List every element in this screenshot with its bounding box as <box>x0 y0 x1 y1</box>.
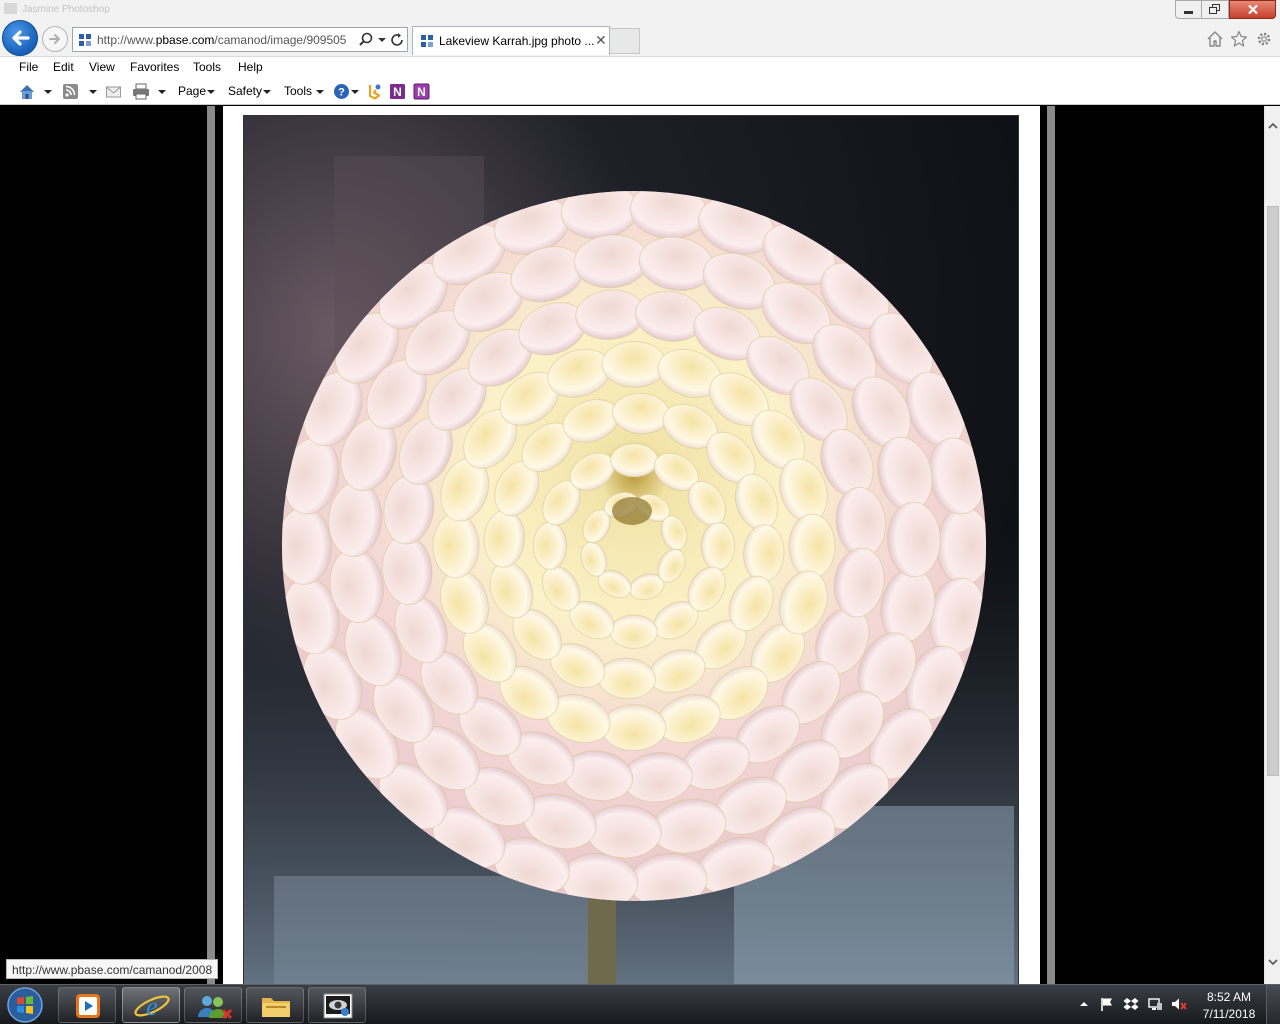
clock-date[interactable]: 7/11/2018 <box>1198 1007 1260 1021</box>
gear-icon[interactable] <box>1255 30 1273 48</box>
taskbar-photo-viewer[interactable] <box>308 987 366 1023</box>
close-icon <box>1247 4 1258 15</box>
tools-menu[interactable]: Tools <box>284 84 312 98</box>
restore-button[interactable] <box>1202 0 1229 19</box>
bing-translator-icon[interactable] <box>366 83 383 100</box>
petal <box>601 340 667 388</box>
taskbar-file-explorer[interactable] <box>246 987 304 1023</box>
back-arrow-icon <box>12 30 30 46</box>
tab-favicon-icon <box>421 35 433 47</box>
command-bar: Page Safety Tools ? N N <box>0 78 1280 105</box>
status-url-tooltip: http://www.pbase.com/camanod/2008 <box>6 959 219 979</box>
app-ghost-icon <box>4 3 17 14</box>
minimize-icon <box>1184 11 1193 14</box>
media-player-icon <box>76 994 100 1018</box>
print-icon[interactable] <box>132 83 150 100</box>
page-menu[interactable]: Page <box>178 84 206 98</box>
petal <box>936 507 986 585</box>
onenote-linked-icon[interactable]: N <box>413 83 431 100</box>
forward-button[interactable] <box>42 26 68 52</box>
volume-muted-icon[interactable] <box>1171 996 1187 1012</box>
browser-window: Jasmine Photoshop http://www.pbase.com/c… <box>0 0 1280 1024</box>
petal <box>788 513 836 579</box>
forward-arrow-icon <box>49 34 60 44</box>
taskbar-media-player[interactable] <box>58 987 116 1023</box>
onenote-icon[interactable]: N <box>389 83 407 100</box>
help-dropdown-icon[interactable] <box>351 90 359 94</box>
refresh-icon[interactable] <box>389 31 406 49</box>
petal <box>432 513 480 579</box>
address-bar[interactable]: http://www.pbase.com/camanod/image/90950… <box>72 27 408 52</box>
menu-tools[interactable]: Tools <box>193 60 221 74</box>
taskbar-internet-explorer[interactable]: e <box>122 987 180 1023</box>
page-content <box>0 106 1264 984</box>
tools-dropdown-icon[interactable] <box>316 90 324 94</box>
menu-view[interactable]: View <box>89 60 115 74</box>
address-url[interactable]: http://www.pbase.com/camanod/image/90950… <box>97 33 357 47</box>
safety-dropdown-icon[interactable] <box>263 90 271 94</box>
read-mail-icon[interactable] <box>105 83 122 100</box>
petal <box>700 522 736 571</box>
petal <box>610 443 659 478</box>
start-button[interactable] <box>4 986 46 1024</box>
favorites-star-icon[interactable] <box>1230 30 1248 48</box>
internet-explorer-icon: e <box>134 992 170 1021</box>
back-button[interactable] <box>2 20 38 56</box>
home-dropdown-icon[interactable] <box>44 90 52 94</box>
show-hidden-icons-icon[interactable] <box>1076 996 1092 1012</box>
home-icon[interactable] <box>18 83 36 100</box>
page-dropdown-icon[interactable] <box>207 90 215 94</box>
search-icon[interactable] <box>357 31 375 49</box>
photo-container[interactable] <box>243 115 1019 984</box>
action-center-flag-icon[interactable] <box>1099 996 1115 1012</box>
menu-favorites[interactable]: Favorites <box>130 60 179 74</box>
vertical-scrollbar[interactable] <box>1264 106 1280 984</box>
photo-viewer-icon <box>323 993 353 1019</box>
close-window-button[interactable] <box>1229 0 1276 19</box>
dahlia-photo[interactable] <box>244 116 1018 984</box>
svg-text:e: e <box>146 992 158 1021</box>
user-accounts-icon <box>198 996 233 1020</box>
home-icon[interactable] <box>1206 30 1224 48</box>
feed-dropdown-icon[interactable] <box>89 90 97 94</box>
show-desktop-button[interactable] <box>1266 985 1280 1024</box>
svg-text:N: N <box>417 85 426 99</box>
menu-edit[interactable]: Edit <box>53 60 74 74</box>
folder-icon <box>262 998 290 1017</box>
menu-file[interactable]: File <box>19 60 38 74</box>
tab-close-icon[interactable]: ✕ <box>595 32 607 49</box>
scroll-down-icon[interactable] <box>1265 954 1280 970</box>
new-tab-button[interactable] <box>610 28 640 54</box>
svg-text:?: ? <box>338 87 345 99</box>
rss-feed-icon[interactable] <box>62 83 79 100</box>
safety-menu[interactable]: Safety <box>228 84 262 98</box>
dropbox-icon[interactable] <box>1123 996 1139 1012</box>
scroll-up-icon[interactable] <box>1265 118 1280 134</box>
frame-left-border <box>207 106 215 984</box>
tab-title: Lakeview Karrah.jpg photo ... <box>439 34 595 48</box>
frame-right-border <box>1047 106 1055 984</box>
petal <box>532 521 568 570</box>
svg-text:N: N <box>393 85 402 99</box>
print-dropdown-icon[interactable] <box>158 90 166 94</box>
scrollbar-thumb[interactable] <box>1267 206 1279 776</box>
taskbar: e 8:52 AM 7/11/2018 <box>0 984 1280 1024</box>
ghost-window-title: Jasmine Photoshop <box>22 4 110 15</box>
address-dropdown-icon[interactable] <box>376 31 388 49</box>
tab-active[interactable]: Lakeview Karrah.jpg photo ... ✕ <box>412 26 610 55</box>
site-favicon-icon <box>79 34 91 46</box>
petal <box>609 614 658 649</box>
petal <box>282 507 332 585</box>
clock-time[interactable]: 8:52 AM <box>1200 990 1258 1004</box>
minimize-button[interactable] <box>1175 0 1202 19</box>
network-icon[interactable] <box>1147 996 1163 1012</box>
restore-icon <box>1209 4 1220 14</box>
petal <box>601 704 667 752</box>
taskbar-user-accounts[interactable] <box>184 987 242 1023</box>
title-bar: Jasmine Photoshop http://www.pbase.com/c… <box>0 0 1280 56</box>
menu-bar: File Edit View Favorites Tools Help <box>0 56 1280 78</box>
help-icon[interactable]: ? <box>333 83 350 100</box>
menu-help[interactable]: Help <box>238 60 263 74</box>
